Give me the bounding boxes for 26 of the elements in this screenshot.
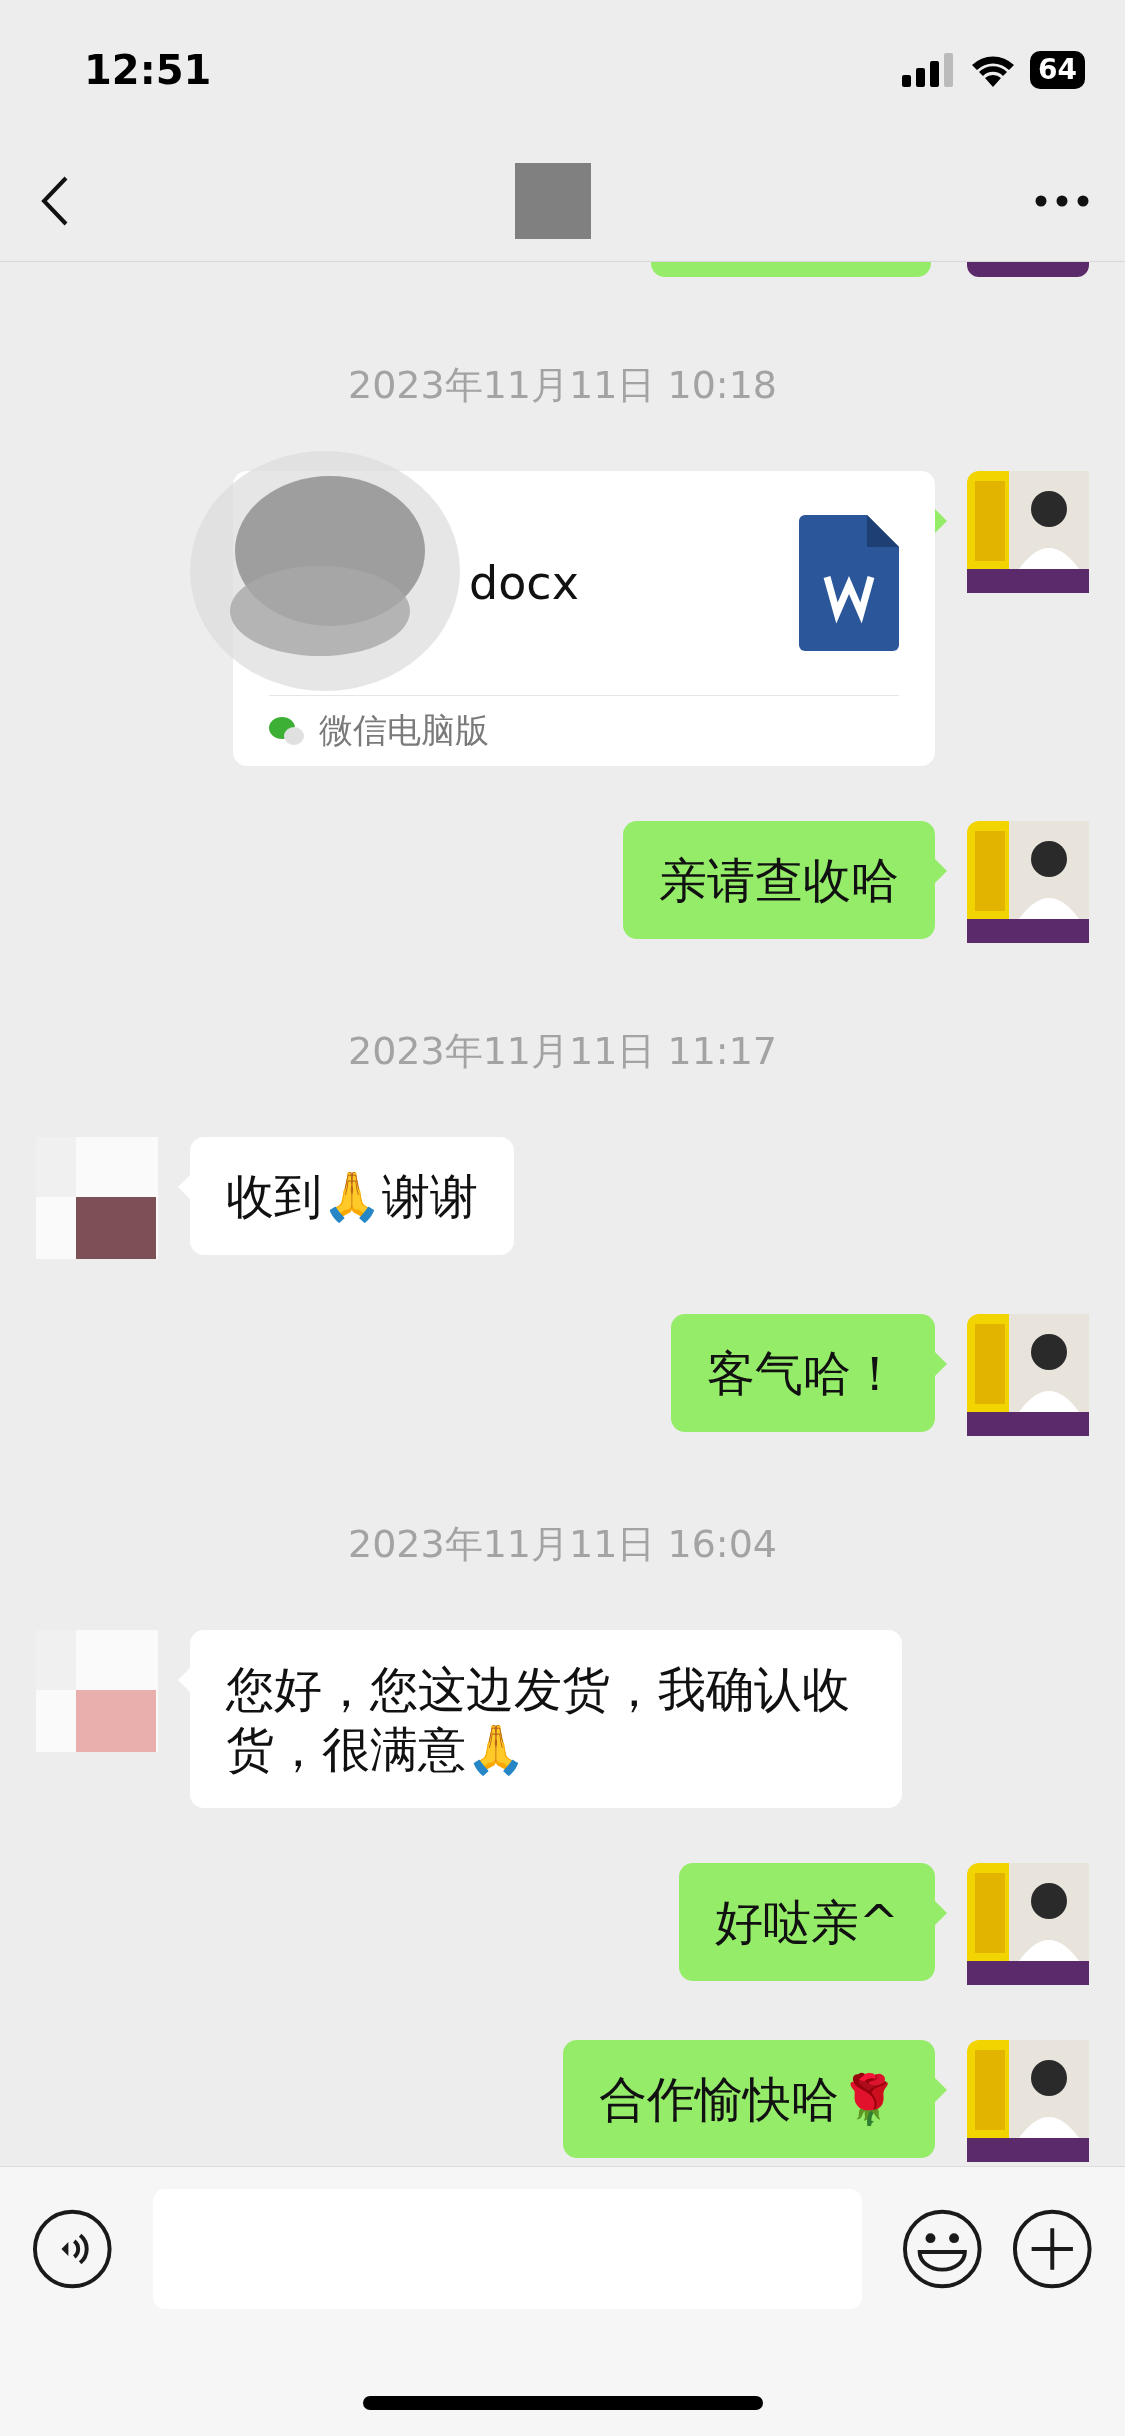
bubble-tail	[935, 859, 947, 883]
message-bubble: 您好，您这边发货，我确认收货，很满意🙏	[190, 1630, 902, 1808]
status-time: 12:51	[84, 47, 212, 93]
bubble-tail	[935, 1901, 947, 1925]
emoji-icon[interactable]	[901, 2208, 983, 2290]
message-bubble: 收到🙏谢谢	[190, 1137, 514, 1255]
back-icon[interactable]	[40, 174, 70, 227]
message-bubble: 合作愉快哈🌹	[563, 2040, 935, 2158]
file-name: docx	[469, 556, 579, 610]
bubble-tail	[935, 509, 947, 533]
message-bubble: 客气哈！	[671, 1314, 935, 1432]
message-timestamp: 2023年11月11日 11:17	[348, 1028, 777, 1075]
message-timestamp: 2023年11月11日 16:04	[348, 1521, 777, 1568]
bubble-tail	[935, 2078, 947, 2102]
message-timestamp: 2023年11月11日 10:18	[348, 362, 777, 409]
message-bubble: 好哒亲^	[678, 1863, 935, 1981]
document-icon	[799, 515, 899, 651]
battery-level: 64	[1030, 51, 1085, 89]
bubble-tail	[935, 1352, 947, 1376]
message-bubble: 亲请查收哈	[623, 821, 935, 939]
more-icon[interactable]	[1035, 194, 1089, 207]
wifi-icon	[970, 53, 1017, 87]
chat-bubbles-icon	[269, 716, 305, 746]
file-source: 微信电脑版	[319, 709, 489, 752]
voice-icon[interactable]	[32, 2208, 113, 2290]
plus-icon[interactable]	[1012, 2208, 1093, 2290]
